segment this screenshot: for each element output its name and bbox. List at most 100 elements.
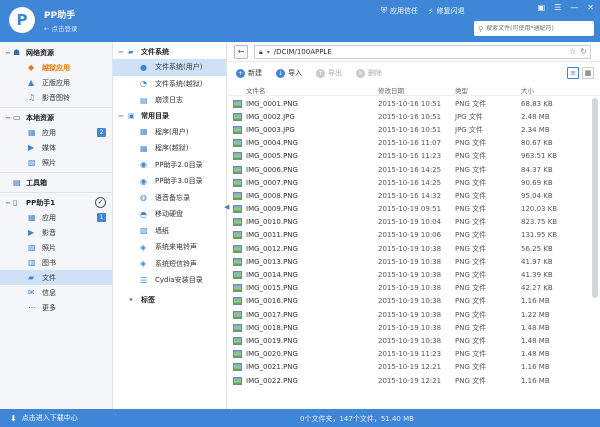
sidebar-item-device-more[interactable]: ⋯ 更多 (0, 300, 112, 315)
table-row[interactable]: IMG_0021.PNG 2015-10-19 12:21 PNG 文件 1.16 M… (228, 361, 600, 374)
filesystem-group[interactable]: − ▰ 文件系统 (113, 44, 226, 59)
dir-item-sms-tones[interactable]: ◈ 系统短信铃声 (113, 256, 226, 273)
grid-view-icon[interactable]: ▦ (582, 67, 594, 79)
sidebar-item-jailbreak-apps[interactable]: ◆ 越狱应用 (0, 60, 112, 75)
table-row[interactable]: IMG_0015.PNG 2015-10-19 10:38 PNG 文件 42.27 … (228, 282, 600, 295)
header-date[interactable]: 修改日期 (378, 85, 455, 95)
header-name[interactable]: 文件名 (246, 85, 378, 95)
sidebar-item-local-photos[interactable]: ▨ 照片 (0, 155, 112, 170)
table-row[interactable]: IMG_0004.PNG 2015-10-16 11:07 PNG 文件 80.67 … (228, 137, 600, 150)
dir-item-label: 墙纸 (155, 226, 169, 235)
fix-crash-button[interactable]: ⚡ 修复闪退 (428, 6, 465, 16)
table-row[interactable]: IMG_0006.PNG 2015-10-16 14:25 PNG 文件 84.37 … (228, 163, 600, 176)
sidebar-item-device-apps[interactable]: ▦ 应用 1 (0, 210, 112, 225)
dir-item-wallpaper[interactable]: ▧ 墙纸 (113, 223, 226, 240)
header-size[interactable]: 大小 (521, 85, 591, 95)
table-row[interactable]: IMG_0019.PNG 2015-10-19 10:38 PNG 文件 1.48 M… (228, 334, 600, 347)
favorite-icon[interactable]: ☆ (569, 47, 576, 56)
import-icon: ↓ (276, 68, 285, 78)
table-row[interactable]: IMG_0009.PNG 2015-10-19 09:51 PNG 文件 120.03… (228, 203, 600, 216)
export-button[interactable]: ↑ 导出 (316, 68, 342, 78)
common-dirs-group[interactable]: − ▣ 常用目录 (113, 109, 226, 124)
network-resources-group[interactable]: − ☗ 网络资源 (0, 45, 112, 60)
import-button[interactable]: ↓ 导入 (276, 68, 302, 78)
sidebar-item-device-media[interactable]: ▶ 影音 (0, 225, 112, 240)
collapse-icon: − (5, 48, 11, 57)
sidebar-item-device-messages[interactable]: ✉ 信息 (0, 285, 112, 300)
theme-icon[interactable]: ▣ (538, 3, 546, 12)
toolbox-group[interactable]: ▤ 工具箱 (0, 175, 112, 190)
dir-item-jailbreak-filesystem[interactable]: ◔ 文件系统(越狱) (113, 76, 226, 93)
dir-item-mobile-disk[interactable]: ◓ 移动硬盘 (113, 206, 226, 223)
back-button[interactable]: ← (234, 45, 248, 59)
table-row[interactable]: IMG_0017.PNG 2015-10-19 10:38 PNG 文件 1.22 M… (228, 308, 600, 321)
delete-button[interactable]: × 删除 (356, 68, 382, 78)
table-row[interactable]: IMG_0016.PNG 2015-10-19 10:38 PNG 文件 1.16 M… (228, 295, 600, 308)
dir-item-user-programs[interactable]: ▦ 程序(用户) (113, 124, 226, 141)
dir-item-ringtones[interactable]: ◈ 系统来电铃声 (113, 239, 226, 256)
toolbox-icon: ▤ (13, 178, 21, 187)
sidebar-item-device-books[interactable]: ▥ 图书 (0, 255, 112, 270)
table-row[interactable]: IMG_0012.PNG 2015-10-19 10:38 PNG 文件 56.25 … (228, 242, 600, 255)
dir-item-cydia[interactable]: ☰ Cydia安装目录 (113, 272, 226, 289)
dir-item-user-filesystem[interactable]: ● 文件系统(用户) (113, 59, 226, 76)
sidebar-item-media-ringtones[interactable]: ♫ 影音图铃 (0, 90, 112, 105)
close-icon[interactable]: ✕ (587, 3, 594, 12)
table-row[interactable]: IMG_0001.PNG 2015-10-16 10:51 PNG 文件 68.83 … (228, 97, 600, 110)
tags-group[interactable]: ✦ 标签 (113, 293, 226, 308)
sidebar-item-local-apps[interactable]: ▦ 应用 2 (0, 125, 112, 140)
table-row[interactable]: IMG_0008.PNG 2015-10-16 14:32 PNG 文件 95.04 … (228, 189, 600, 202)
trust-app-button[interactable]: ⛨ 应用信任 (381, 6, 418, 16)
new-button[interactable]: + 新建 (236, 68, 262, 78)
scrollbar[interactable] (592, 98, 598, 298)
file-type: PNG 文件 (455, 271, 487, 280)
table-row[interactable]: IMG_0013.PNG 2015-10-19 10:38 PNG 文件 41.97 … (228, 255, 600, 268)
minimize-icon[interactable]: — (570, 3, 578, 12)
dir-item-pp2[interactable]: ◉ PP助手2.0目录 (113, 157, 226, 174)
group-title: 工具箱 (26, 178, 47, 187)
table-row[interactable]: IMG_0003.JPG 2015-10-16 10:51 JPG 文件 2.34 M… (228, 123, 600, 136)
group-title: 文件系统 (141, 47, 169, 56)
download-center-button[interactable]: ⬇ 点击进入下载中心 (10, 413, 78, 423)
file-date: 2015-10-16 10:51 (378, 99, 442, 108)
login-link[interactable]: ← 点击登录 (44, 23, 78, 33)
sidebar-item-device-photos[interactable]: ▨ 照片 (0, 240, 112, 255)
table-row[interactable]: IMG_0020.PNG 2015-10-19 11:23 PNG 文件 1.48 M… (228, 348, 600, 361)
search-input[interactable] (486, 25, 587, 32)
table-row[interactable]: IMG_0005.PNG 2015-10-16 11:23 PNG 文件 963.51… (228, 150, 600, 163)
dir-item-jailbreak-programs[interactable]: ▦ 程序(越狱) (113, 140, 226, 157)
list-view-icon[interactable]: ≡ (567, 67, 579, 79)
dir-item-pp3[interactable]: ◉ PP助手3.0目录 (113, 173, 226, 190)
table-row[interactable]: IMG_0007.PNG 2015-10-16 14:25 PNG 文件 90.69 … (228, 176, 600, 189)
file-name: IMG_0022.PNG (246, 376, 298, 385)
search-icon: ⚲ (478, 24, 484, 33)
menu-icon[interactable]: ☰ (554, 3, 561, 12)
table-row[interactable]: IMG_0010.PNG 2015-10-19 10:04 PNG 文件 823.75… (228, 216, 600, 229)
sidebar-item-local-media[interactable]: ▶ 媒体 (0, 140, 112, 155)
search-box[interactable]: ⚲ (474, 21, 594, 36)
refresh-icon[interactable]: ↻ (580, 47, 587, 56)
header-type[interactable]: 类型 (455, 85, 521, 95)
device-group[interactable]: − ▯ PP助手1 ✓ (0, 195, 112, 210)
sidebar-item-genuine-apps[interactable]: ▲ 正版应用 (0, 75, 112, 90)
app-title: PP助手 (44, 11, 76, 21)
dir-item-crash-logs[interactable]: ▤ 崩溃日志 (113, 92, 226, 109)
dropdown-icon[interactable]: ▾ (267, 49, 270, 56)
table-row[interactable]: IMG_0011.PNG 2015-10-19 10:06 PNG 文件 131.95… (228, 229, 600, 242)
sidebar-item-label: 更多 (42, 303, 56, 312)
divider (0, 192, 112, 193)
divider (0, 172, 112, 173)
connected-check-icon: ✓ (95, 197, 106, 208)
path-field[interactable]: 🔒︎ ▾ /DCIM/100APPLE ☆ ↻ (254, 45, 591, 59)
table-row[interactable]: IMG_0002.JPG 2015-10-16 10:51 JPG 文件 2.48 M… (228, 110, 600, 123)
dir-item-voice-memos[interactable]: ◍ 语音备忘录 (113, 190, 226, 207)
file-size: 1.16 MB (521, 376, 550, 385)
download-icon: ⬇ (10, 413, 17, 423)
file-date: 2015-10-19 10:38 (378, 310, 442, 319)
sidebar-item-device-files[interactable]: ▰ 文件 (0, 270, 112, 285)
file-date: 2015-10-19 10:06 (378, 231, 442, 240)
table-row[interactable]: IMG_0018.PNG 2015-10-19 10:38 PNG 文件 1.48 M… (228, 321, 600, 334)
local-resources-group[interactable]: − ▭ 本地资源 (0, 110, 112, 125)
table-row[interactable]: IMG_0014.PNG 2015-10-19 10:38 PNG 文件 41.39 … (228, 268, 600, 281)
table-row[interactable]: IMG_0022.PNG 2015-10-19 12:21 PNG 文件 1.16 M… (228, 374, 600, 387)
